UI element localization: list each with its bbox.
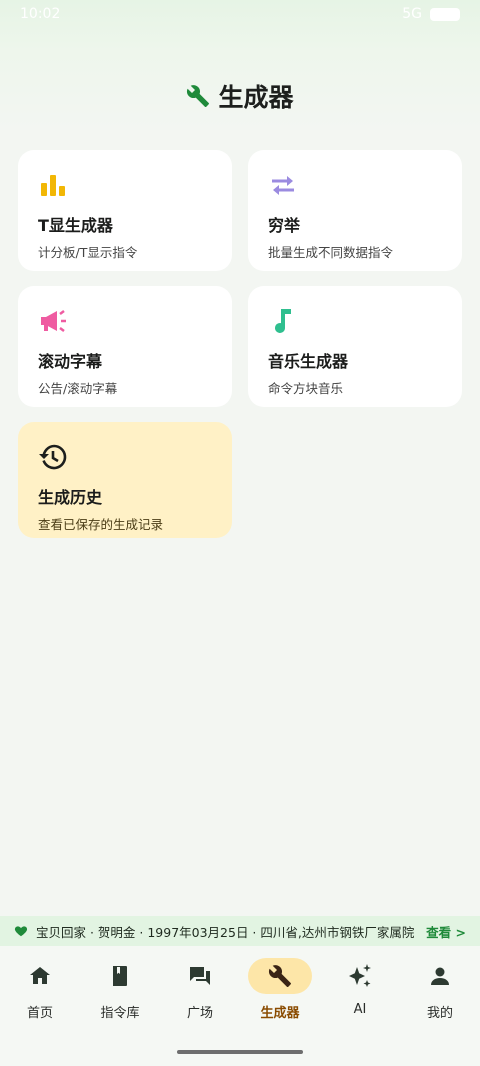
swap-arrows-icon [272,176,294,195]
nav-icon-container [328,958,392,994]
card-title: T显生成器 [38,216,113,235]
wrench-icon [268,965,291,987]
nav-label: 我的 [426,1006,453,1021]
card-scrolling-caption[interactable]: 滚动字幕 公告/滚动字幕 [18,286,232,407]
ticker-message: 宝贝回家 · 贺明金 · 1997年03月25日 · 四川省,达州市钢铁厂家属院 [36,924,415,940]
bar-chart-icon [41,175,65,196]
nav-icon-container [8,958,72,994]
nav-label: 广场 [186,1006,213,1021]
card-enumerate[interactable]: 穷举 批量生成不同数据指令 [248,150,462,271]
nav-label: 指令库 [100,1006,140,1021]
nav-item-me[interactable]: 我的 [400,958,480,1066]
card-subtitle: 计分板/T显示指令 [38,245,138,260]
card-title: 穷举 [268,216,301,235]
status-indicators: 5G [402,6,460,22]
nav-label: 首页 [26,1006,53,1021]
wrench-icon [187,85,210,107]
generator-grid: T显生成器 计分板/T显示指令 穷举 批量生成不同数据指令 滚动字幕 公告/滚动… [18,150,462,538]
status-bar: 10:02 5G [0,0,480,28]
card-subtitle: 公告/滚动字幕 [38,381,118,396]
card-title: 音乐生成器 [268,352,349,371]
card-title: 滚动字幕 [38,352,103,371]
card-t-display-generator[interactable]: T显生成器 计分板/T显示指令 [18,150,232,271]
history-icon [39,444,67,470]
status-time: 10:02 [20,6,61,22]
heart-icon [14,926,28,937]
card-title: 生成历史 [38,488,103,507]
signal-label: 5G [402,6,422,22]
card-subtitle: 查看已保存的生成记录 [38,517,164,532]
nav-item-home[interactable]: 首页 [0,958,80,1066]
card-music-generator[interactable]: 音乐生成器 命令方块音乐 [248,286,462,407]
bottom-navigation: 首页 指令库 广场 生成器 AI 我的 [0,946,480,1066]
music-note-icon [275,309,291,333]
notice-ticker[interactable]: 宝贝回家 · 贺明金 · 1997年03月25日 · 四川省,达州市钢铁厂家属院… [0,916,480,946]
card-subtitle: 批量生成不同数据指令 [268,245,394,260]
megaphone-icon [41,310,66,332]
battery-icon [430,7,460,21]
nav-label: 生成器 [260,1006,300,1021]
nav-icon-container [88,958,152,994]
home-icon [30,967,50,984]
nav-icon-container [408,958,472,994]
book-icon [113,966,127,986]
person-icon [431,967,449,985]
card-subtitle: 命令方块音乐 [268,381,344,396]
nav-item-ai[interactable]: AI [320,958,400,1066]
nav-label: AI [353,1002,367,1017]
page-title: 生成器 [0,78,480,114]
home-indicator[interactable] [177,1050,303,1054]
card-generation-history[interactable]: 生成历史 查看已保存的生成记录 [18,422,232,538]
ticker-view-link[interactable]: 查看 > [426,922,466,941]
nav-icon-container [168,958,232,994]
nav-item-command-library[interactable]: 指令库 [80,958,160,1066]
page-title-text: 生成器 [218,83,294,112]
sparkle-icon [349,964,371,987]
forum-icon [190,967,210,985]
nav-icon-container [248,958,312,994]
